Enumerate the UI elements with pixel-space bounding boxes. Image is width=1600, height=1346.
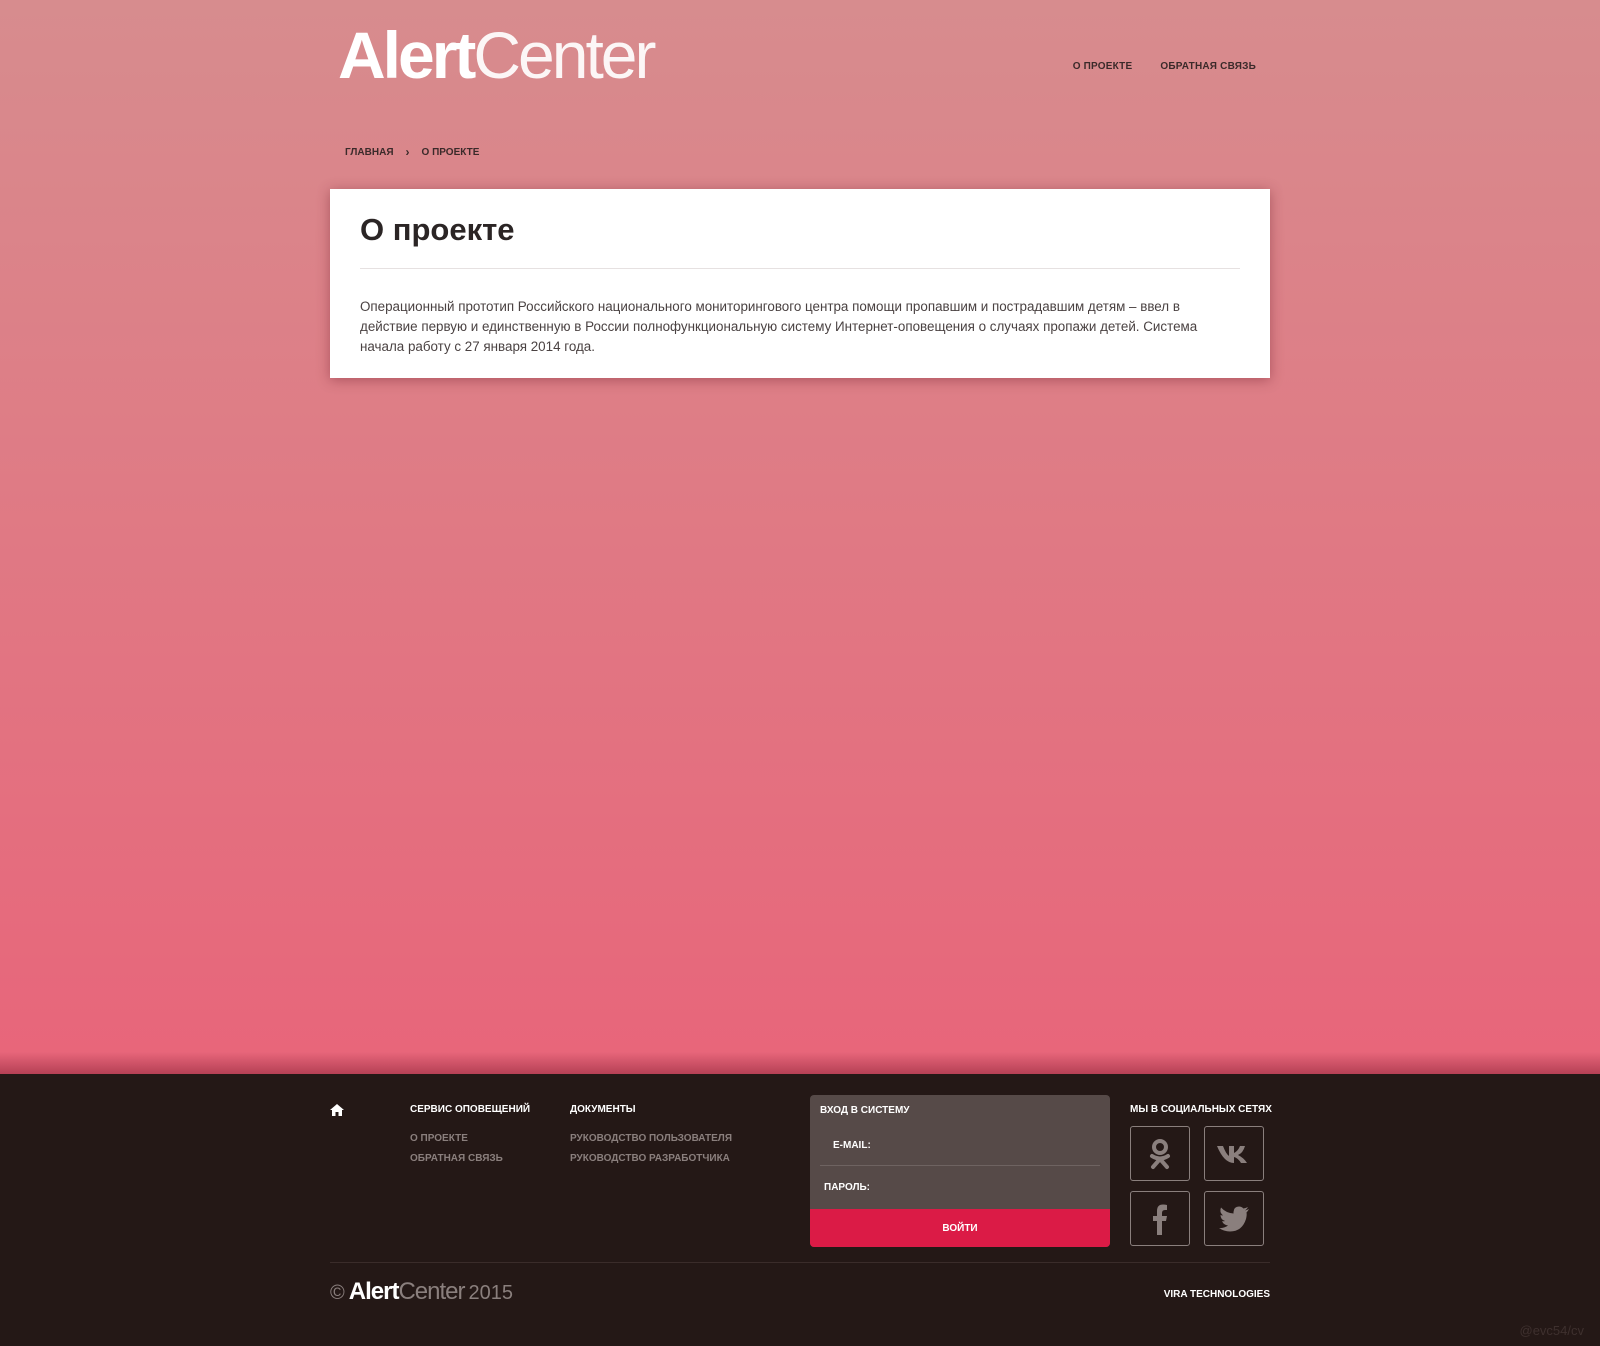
site-logo[interactable]: Alert Center — [338, 18, 656, 94]
odnoklassniki-icon[interactable] — [1130, 1126, 1190, 1181]
footer-link-about[interactable]: О ПРОЕКТЕ — [410, 1133, 530, 1144]
nav-about[interactable]: О ПРОЕКТЕ — [1073, 61, 1133, 72]
chevron-right-icon: › — [405, 145, 410, 159]
footer-divider — [330, 1262, 1270, 1263]
breadcrumb-current: О ПРОЕКТЕ — [421, 146, 480, 158]
top-nav: О ПРОЕКТЕ ОБРАТНАЯ СВЯЗЬ — [1073, 61, 1256, 72]
breadcrumb-home[interactable]: ГЛАВНАЯ — [345, 147, 394, 158]
footer: СЕРВИС ОПОВЕЩЕНИЙ О ПРОЕКТЕ ОБРАТНАЯ СВЯ… — [0, 1074, 1600, 1346]
twitter-icon[interactable] — [1204, 1191, 1264, 1246]
copyright-brand: AlertCenter — [348, 1278, 466, 1306]
password-field[interactable]: ПАРОЛЬ: — [820, 1167, 1100, 1207]
home-icon-svg — [330, 1104, 344, 1116]
login-button[interactable]: ВОЙТИ — [810, 1209, 1110, 1247]
copyright-brand-bold: Alert — [348, 1278, 400, 1305]
copyright: © AlertCenter 2015 — [330, 1278, 513, 1306]
footer-col-documents: ДОКУМЕНТЫ РУКОВОДСТВО ПОЛЬЗОВАТЕЛЯ РУКОВ… — [570, 1104, 732, 1173]
facebook-icon-svg — [1153, 1204, 1167, 1235]
copyright-symbol: © — [330, 1282, 345, 1304]
email-label: E-MAIL: — [833, 1140, 871, 1151]
watermark: @evc54/cv — [1519, 1323, 1585, 1338]
vk-icon[interactable] — [1204, 1126, 1264, 1181]
nav-feedback[interactable]: ОБРАТНАЯ СВЯЗЬ — [1160, 61, 1256, 72]
page-title: О проекте — [360, 212, 515, 247]
twitter-icon-svg — [1219, 1206, 1249, 1231]
page-body: Операционный прототип Российского национ… — [360, 299, 1198, 354]
social-title: МЫ В СОЦИАЛЬНЫХ СЕТЯХ — [1130, 1104, 1272, 1115]
footer-col-service: СЕРВИС ОПОВЕЩЕНИЙ О ПРОЕКТЕ ОБРАТНАЯ СВЯ… — [410, 1104, 530, 1173]
home-icon[interactable] — [330, 1104, 344, 1119]
footer-col-title: СЕРВИС ОПОВЕЩЕНИЙ — [410, 1104, 531, 1115]
logo-bold-text: Alert — [338, 18, 476, 92]
title-divider — [360, 268, 1240, 269]
footer-link-feedback[interactable]: ОБРАТНАЯ СВЯЗЬ — [410, 1153, 530, 1164]
footer-link-dev-guide[interactable]: РУКОВОДСТВО РАЗРАБОТЧИКА — [570, 1153, 732, 1164]
odnoklassniki-icon-svg — [1150, 1138, 1170, 1169]
copyright-year: 2015 — [468, 1282, 513, 1304]
password-label: ПАРОЛЬ: — [824, 1182, 871, 1193]
facebook-icon[interactable] — [1130, 1191, 1190, 1246]
email-field[interactable]: E-MAIL: — [820, 1125, 1100, 1166]
login-form: ВХОД В СИСТЕМУ E-MAIL: ПАРОЛЬ: ВОЙТИ — [810, 1095, 1110, 1247]
logo-light-text: Center — [473, 18, 656, 92]
hero-background: Alert Center О ПРОЕКТЕ ОБРАТНАЯ СВЯЗЬ ГЛА… — [0, 0, 1600, 1074]
footer-link-user-guide[interactable]: РУКОВОДСТВО ПОЛЬЗОВАТЕЛЯ — [570, 1133, 732, 1144]
vendor-link[interactable]: VIRA TECHNOLOGIES — [1164, 1289, 1270, 1300]
vk-icon-svg — [1217, 1145, 1247, 1163]
login-title: ВХОД В СИСТЕМУ — [820, 1105, 910, 1116]
breadcrumb: ГЛАВНАЯ › О ПРОЕКТЕ — [345, 145, 479, 159]
copyright-brand-light: Center — [398, 1278, 465, 1305]
content-card: О проекте Операционный прототип Российск… — [330, 189, 1270, 378]
footer-col-title: ДОКУМЕНТЫ — [570, 1104, 636, 1115]
